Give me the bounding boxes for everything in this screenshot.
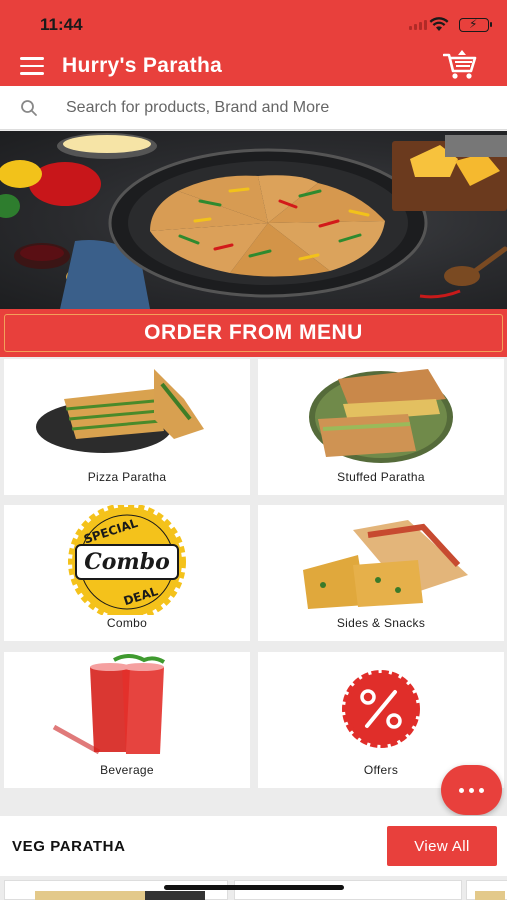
pizza-paratha-image	[36, 369, 204, 453]
battery-charging-icon: ⚡	[459, 17, 492, 32]
category-combo[interactable]: Combo SPECIAL DEAL Combo	[4, 505, 250, 641]
product-image	[35, 891, 205, 900]
hamburger-menu-icon[interactable]	[20, 57, 44, 75]
app-title: Hurry's Paratha	[62, 54, 223, 77]
veg-paratha-section-header: VEG PARATHA View All	[0, 816, 507, 876]
status-bar: 11:44 ⚡	[0, 0, 507, 44]
home-indicator	[164, 885, 344, 890]
search-bar	[0, 86, 507, 130]
more-options-button[interactable]	[441, 765, 502, 815]
dot-icon	[469, 787, 474, 793]
category-label: Pizza Paratha	[87, 470, 167, 484]
search-icon	[21, 100, 37, 116]
beverage-image	[52, 654, 166, 755]
order-from-menu-button[interactable]: ORDER FROM MENU	[4, 314, 503, 352]
shopping-cart-icon[interactable]	[443, 49, 477, 81]
category-beverage[interactable]: Beverage	[4, 652, 250, 788]
dot-icon	[479, 787, 484, 793]
product-card[interactable]	[234, 880, 462, 900]
category-label: Combo	[106, 616, 148, 630]
category-pizza-paratha[interactable]: Pizza Paratha	[4, 359, 250, 495]
status-time: 11:44	[40, 15, 83, 34]
sides-snacks-image	[303, 520, 468, 609]
product-card[interactable]	[4, 880, 228, 900]
cellular-signal-icon	[409, 20, 427, 30]
combo-special-deal-badge-icon: Combo SPECIAL DEAL	[68, 505, 186, 615]
wifi-icon	[429, 17, 449, 31]
category-label: Sides & Snacks	[336, 616, 426, 630]
app-bar: Hurry's Paratha	[0, 44, 507, 86]
category-stuffed-paratha[interactable]: Stuffed Paratha	[258, 359, 504, 495]
offers-percent-icon	[342, 670, 420, 748]
order-from-menu-bar: ORDER FROM MENU	[0, 309, 507, 357]
category-label: Stuffed Paratha	[337, 470, 425, 484]
view-all-button[interactable]: View All	[387, 826, 497, 866]
combo-badge-text: Combo	[84, 549, 170, 575]
product-card[interactable]	[466, 880, 507, 900]
section-title: VEG PARATHA	[12, 838, 126, 855]
search-input[interactable]	[66, 92, 486, 124]
category-sides-snacks[interactable]: Sides & Snacks	[258, 505, 504, 641]
promo-banner-image	[0, 131, 507, 309]
dot-icon	[459, 787, 464, 793]
product-image	[475, 891, 505, 900]
category-label: Beverage	[100, 763, 154, 777]
stuffed-paratha-image	[309, 369, 453, 463]
